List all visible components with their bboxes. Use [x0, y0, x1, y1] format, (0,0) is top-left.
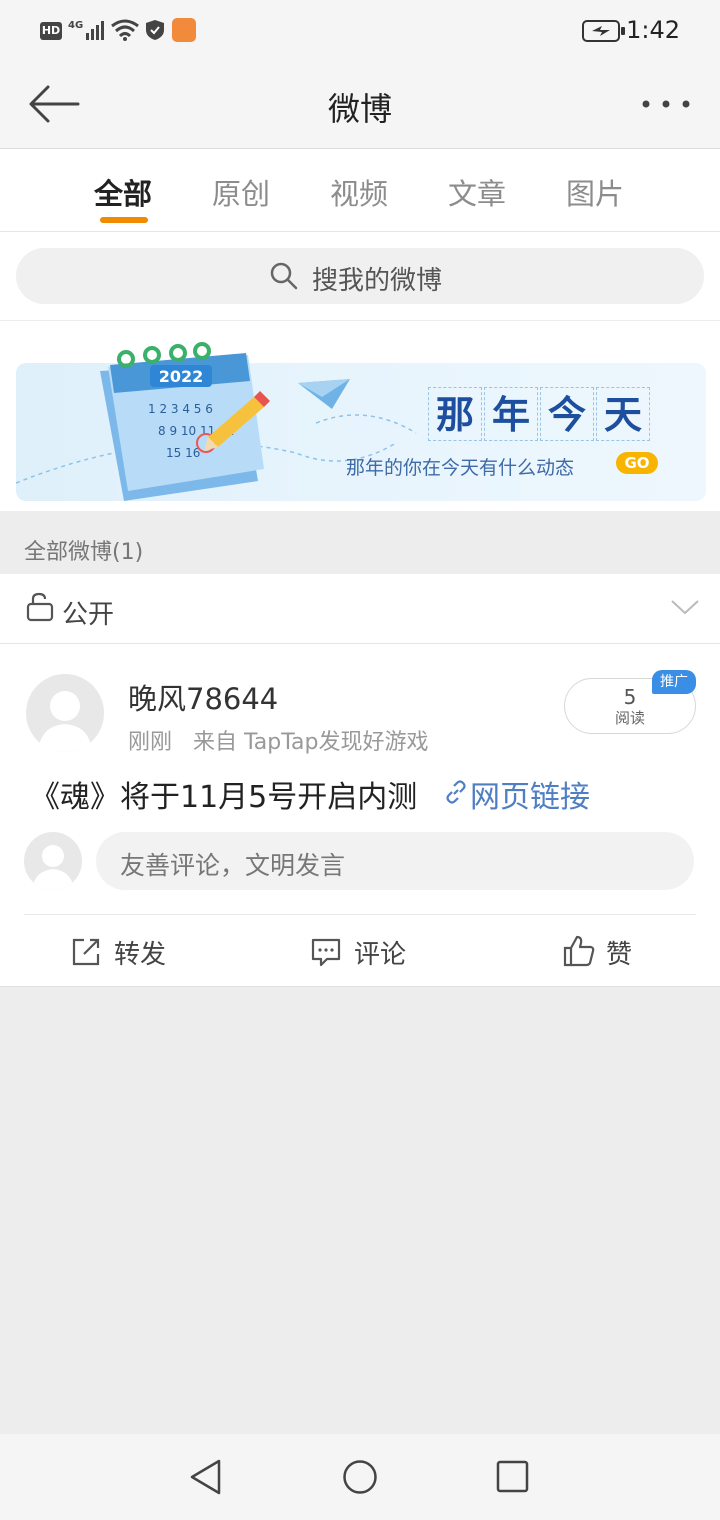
chevron-down-icon[interactable]	[670, 598, 700, 616]
search-input[interactable]: 搜我的微博	[16, 248, 704, 304]
search-placeholder: 搜我的微博	[312, 266, 443, 296]
calendar-year: 2022	[159, 367, 204, 386]
tab-image[interactable]: 图片	[566, 171, 624, 213]
shield-icon	[146, 20, 164, 40]
link-icon	[446, 780, 466, 804]
repost-label: 转发	[114, 940, 167, 970]
banner-title-char: 年	[484, 387, 538, 441]
like-button[interactable]: 赞	[562, 932, 652, 972]
repost-button[interactable]: 转发	[70, 932, 180, 972]
post-source[interactable]: 来自 TapTap发现好游戏	[193, 730, 428, 755]
search-icon	[270, 262, 298, 290]
svg-text:15 16: 15 16	[166, 446, 200, 460]
like-icon	[563, 935, 595, 967]
banner-section: 2022 1 2 3 4 5 6 8 9 10 11 12 15 16 那年今天…	[0, 321, 720, 511]
default-avatar-icon	[32, 845, 74, 890]
repost-icon	[72, 938, 100, 966]
tab-original[interactable]: 原创	[212, 171, 270, 213]
comment-icon	[311, 938, 341, 967]
status-bar: HD 4G 1:42	[0, 0, 720, 62]
clock: 1:42	[626, 16, 680, 44]
svg-text:4G: 4G	[68, 20, 83, 31]
reads-label: 阅读	[614, 709, 645, 727]
title-bar: 微博	[0, 62, 720, 149]
go-badge[interactable]: GO	[616, 452, 658, 474]
divider	[24, 914, 696, 915]
nav-back-icon[interactable]	[188, 1458, 224, 1496]
unlock-icon	[26, 592, 54, 622]
nav-home-icon[interactable]	[342, 1459, 378, 1495]
svg-text:1 2 3 4 5 6: 1 2 3 4 5 6	[148, 402, 213, 416]
4g-signal-icon: 4G	[68, 20, 104, 40]
post-text: 《魂》将于11月5号开启内测	[30, 780, 418, 815]
battery-charging-icon	[582, 20, 625, 42]
promo-badge[interactable]: 推广	[652, 670, 696, 694]
tab-all[interactable]: 全部	[94, 171, 152, 213]
page-title: 微博	[327, 90, 392, 128]
hd-icon: HD	[40, 22, 62, 40]
post-card: 晚风78644 刚刚 来自 TapTap发现好游戏 5 阅读 推广 《魂》将于1…	[0, 644, 720, 987]
visibility-label: 公开	[62, 600, 115, 630]
wifi-icon	[111, 19, 139, 41]
banner-title-char: 今	[540, 387, 594, 441]
username[interactable]: 晚风78644	[128, 676, 278, 718]
tab-article[interactable]: 文章	[448, 171, 506, 213]
more-dots-icon[interactable]	[640, 98, 692, 110]
comment-placeholder: 友善评论，文明发言	[120, 851, 346, 880]
post-meta: 刚刚 来自 TapTap发现好游戏	[128, 724, 428, 756]
web-link[interactable]: 网页链接	[470, 772, 590, 816]
tab-video[interactable]: 视频	[330, 171, 388, 213]
avatar[interactable]	[26, 674, 104, 752]
banner-title-char: 那	[428, 387, 482, 441]
section-label: 全部微博(1)	[24, 540, 144, 565]
comment-label: 评论	[354, 940, 407, 970]
app-notification-icon	[172, 18, 196, 42]
tab-bar: 全部 原创 视频 文章 图片	[0, 149, 720, 232]
comment-input[interactable]: 友善评论，文明发言	[96, 832, 694, 890]
like-label: 赞	[606, 940, 633, 970]
default-avatar-icon	[38, 691, 92, 752]
visibility-filter[interactable]: 公开	[0, 574, 720, 644]
system-nav-bar	[0, 1434, 720, 1520]
banner-title: 那年今天	[428, 387, 658, 443]
banner-subtitle: 那年的你在今天有什么动态	[346, 457, 575, 479]
search-section: 搜我的微博	[0, 232, 720, 321]
comment-button[interactable]: 评论	[310, 932, 420, 972]
post-time: 刚刚	[128, 730, 173, 755]
active-tab-indicator	[100, 217, 148, 223]
commenter-avatar	[24, 832, 82, 890]
section-header: 全部微博(1)	[0, 512, 720, 574]
calendar-illustration: 2022 1 2 3 4 5 6 8 9 10 11 12 15 16	[100, 342, 270, 501]
banner-title-char: 天	[596, 387, 650, 441]
nav-recents-icon[interactable]	[496, 1460, 530, 1494]
